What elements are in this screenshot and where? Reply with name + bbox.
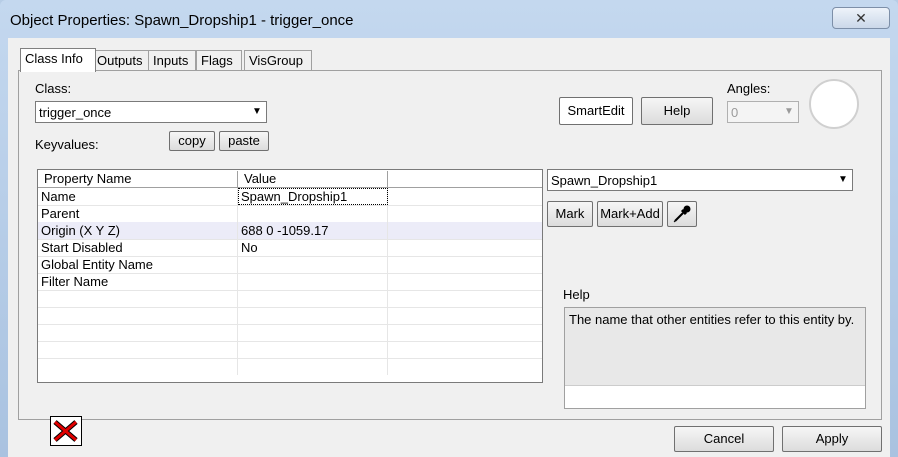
eyedropper-icon xyxy=(673,205,691,223)
entity-report-icon[interactable] xyxy=(50,416,82,446)
cancel-button[interactable]: Cancel xyxy=(674,426,774,452)
window-title: Object Properties: Spawn_Dropship1 - tri… xyxy=(10,12,354,29)
property-name: Global Entity Name xyxy=(38,256,238,273)
property-value[interactable]: Spawn_Dropship1 xyxy=(238,188,388,205)
angles-dropdown[interactable]: 0 ▼ xyxy=(727,101,799,123)
property-name: Filter Name xyxy=(38,273,238,290)
property-name: Origin (X Y Z) xyxy=(38,222,238,239)
keyvalues-label: Keyvalues: xyxy=(35,137,99,152)
table-row xyxy=(38,324,542,342)
class-info-panel: Class: trigger_once ▼ Keyvalues: copy pa… xyxy=(18,70,882,420)
table-row[interactable]: Start Disabled No xyxy=(38,239,542,257)
tab-visgroup[interactable]: VisGroup xyxy=(244,50,312,71)
table-row xyxy=(38,358,542,375)
tab-inputs[interactable]: Inputs xyxy=(148,50,196,71)
property-value[interactable]: No xyxy=(238,239,388,256)
smartedit-button[interactable]: SmartEdit xyxy=(559,97,633,125)
table-row[interactable]: Global Entity Name xyxy=(38,256,542,274)
angles-value: 0 xyxy=(731,105,739,120)
tab-class-info[interactable]: Class Info xyxy=(20,48,96,72)
apply-button[interactable]: Apply xyxy=(782,426,882,452)
entity-name-value: Spawn_Dropship1 xyxy=(551,173,658,188)
table-row[interactable]: Name Spawn_Dropship1 xyxy=(38,188,542,206)
property-value[interactable] xyxy=(238,256,388,273)
help-text: The name that other entities refer to th… xyxy=(569,312,855,327)
help-label: Help xyxy=(563,287,590,302)
grid-header: Property Name Value xyxy=(38,170,542,188)
property-value[interactable] xyxy=(238,205,388,222)
help-button[interactable]: Help xyxy=(641,97,713,125)
property-value[interactable] xyxy=(238,273,388,290)
entity-name-dropdown[interactable]: Spawn_Dropship1 ▼ xyxy=(547,169,853,191)
eyedropper-button[interactable] xyxy=(667,201,697,227)
mark-button[interactable]: Mark xyxy=(547,201,593,227)
property-value[interactable]: 688 0 -1059.17 xyxy=(238,222,388,239)
table-row[interactable]: Origin (X Y Z) 688 0 -1059.17 xyxy=(38,222,542,240)
property-name: Parent xyxy=(38,205,238,222)
close-button[interactable]: ✕ xyxy=(832,7,890,29)
column-header-property[interactable]: Property Name xyxy=(38,171,238,187)
table-row xyxy=(38,290,542,308)
help-text-box: The name that other entities refer to th… xyxy=(564,307,866,409)
keyvalues-grid: Property Name Value Name Spawn_Dropship1… xyxy=(37,169,543,383)
tab-flags[interactable]: Flags xyxy=(196,50,242,71)
column-header-value[interactable]: Value xyxy=(238,171,388,187)
angle-dial[interactable] xyxy=(809,79,859,129)
tab-outputs[interactable]: Outputs xyxy=(92,50,152,71)
class-label: Class: xyxy=(35,81,72,96)
property-name: Start Disabled xyxy=(38,239,238,256)
mark-add-button[interactable]: Mark+Add xyxy=(597,201,663,227)
table-row xyxy=(38,307,542,325)
chevron-down-icon[interactable]: ▼ xyxy=(780,102,798,122)
help-footer-field xyxy=(565,385,865,408)
dialog-footer: Cancel Apply xyxy=(8,416,890,457)
table-row[interactable]: Filter Name xyxy=(38,273,542,291)
table-row[interactable]: Parent xyxy=(38,205,542,223)
table-row xyxy=(38,341,542,359)
class-dropdown[interactable]: trigger_once ▼ xyxy=(35,101,267,123)
angles-label: Angles: xyxy=(727,81,771,96)
class-value: trigger_once xyxy=(39,105,112,120)
chevron-down-icon[interactable]: ▼ xyxy=(834,170,852,190)
property-name: Name xyxy=(38,188,238,205)
object-properties-window: Object Properties: Spawn_Dropship1 - tri… xyxy=(0,0,898,457)
copy-button[interactable]: copy xyxy=(169,131,215,151)
chevron-down-icon[interactable]: ▼ xyxy=(248,102,266,122)
title-bar: Object Properties: Spawn_Dropship1 - tri… xyxy=(0,0,898,38)
paste-button[interactable]: paste xyxy=(219,131,269,151)
dialog-client: Class Info Outputs Inputs Flags VisGroup… xyxy=(8,38,890,457)
